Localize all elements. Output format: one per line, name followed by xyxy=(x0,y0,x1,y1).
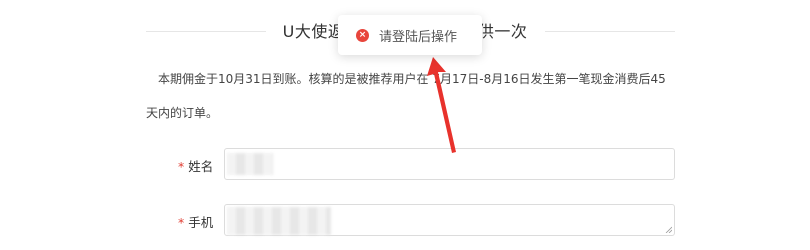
toast-message: 请登陆后操作 xyxy=(379,29,458,45)
redacted-phone xyxy=(227,207,331,235)
error-icon: × xyxy=(356,28,369,42)
resize-handle-icon[interactable] xyxy=(665,226,672,233)
redacted-name xyxy=(227,153,273,175)
commission-notice: 本期佣金于10月31日到账。核算的是被推荐用户在 7月17日-8月16日发生第一… xyxy=(146,72,666,120)
login-required-toast: × 请登陆后操作 xyxy=(338,15,482,55)
name-input[interactable] xyxy=(224,148,675,180)
phone-label-row: * 手机 xyxy=(178,212,213,231)
required-mark: * xyxy=(178,159,185,174)
name-label-row: * 姓名 xyxy=(178,156,213,175)
phone-input[interactable] xyxy=(224,204,675,236)
name-label: 姓名 xyxy=(188,159,214,174)
required-mark: * xyxy=(178,215,185,230)
phone-label: 手机 xyxy=(188,215,214,230)
